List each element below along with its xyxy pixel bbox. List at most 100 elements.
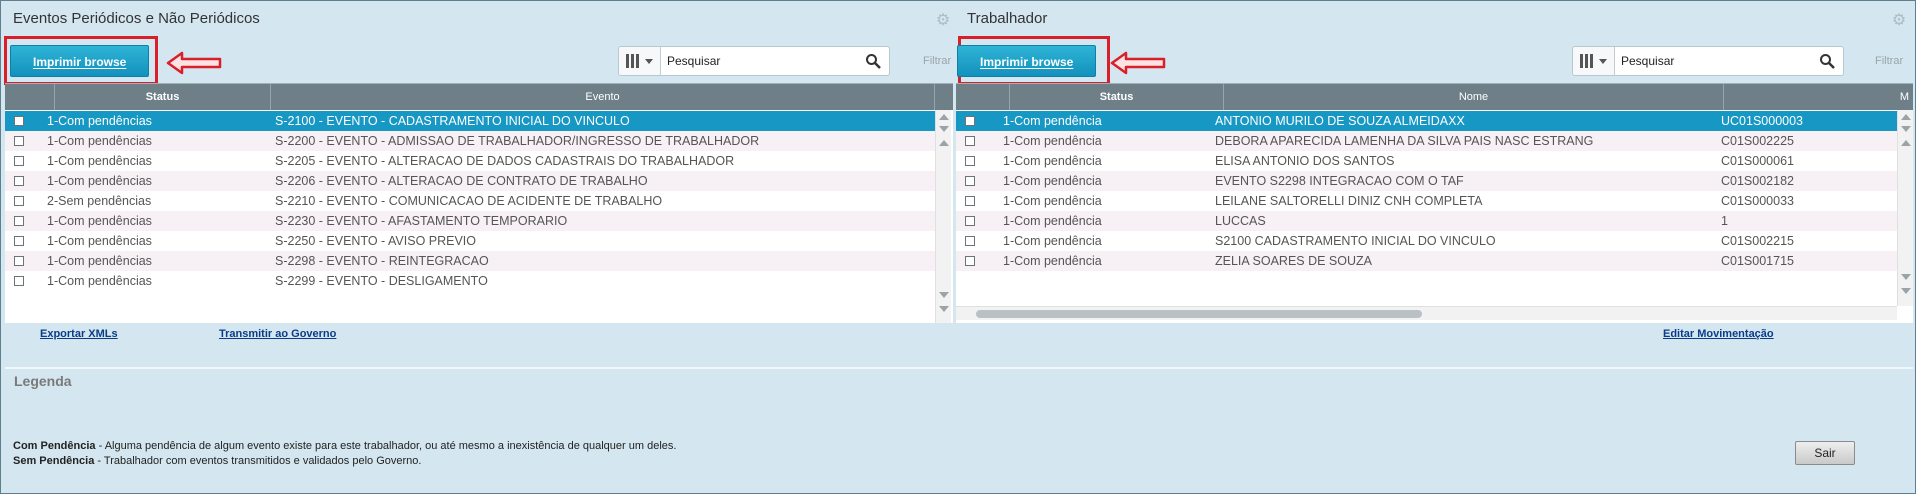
evento-cell: S-2206 - EVENTO - ALTERACAO DE CONTRATO … bbox=[275, 174, 648, 188]
search-icon[interactable] bbox=[865, 53, 881, 69]
print-browse-button[interactable]: Imprimir browse bbox=[957, 45, 1097, 77]
edit-movement-link[interactable]: Editar Movimentação bbox=[1663, 328, 1774, 340]
scroll-up-icon[interactable] bbox=[1901, 140, 1911, 146]
search-input[interactable] bbox=[1621, 47, 1811, 75]
gear-icon[interactable]: ⚙ bbox=[935, 13, 951, 29]
filter-label[interactable]: Filtrar bbox=[1875, 55, 1903, 67]
legend-title: Legenda bbox=[14, 373, 72, 389]
evento-cell: S-2100 - EVENTO - CADASTRAMENTO INICIAL … bbox=[275, 114, 630, 128]
table-row[interactable]: 1-Com pendência LEILANE SALTORELLI DINIZ … bbox=[956, 191, 1897, 211]
row-checkbox[interactable] bbox=[14, 256, 24, 266]
row-checkbox[interactable] bbox=[965, 136, 975, 146]
column-header-matricula[interactable]: M bbox=[1724, 84, 1913, 110]
row-checkbox[interactable] bbox=[14, 276, 24, 286]
matricula-cell: C01S001715 bbox=[1721, 254, 1794, 268]
row-checkbox[interactable] bbox=[14, 116, 24, 126]
evento-cell: S-2210 - EVENTO - COMUNICACAO DE ACIDENT… bbox=[275, 194, 663, 208]
status-cell: 1-Com pendência bbox=[1003, 254, 1102, 268]
status-cell: 1-Com pendências bbox=[47, 134, 152, 148]
column-selector[interactable] bbox=[1573, 47, 1615, 75]
evento-cell: S-2230 - EVENTO - AFASTAMENTO TEMPORARIO bbox=[275, 214, 568, 228]
row-checkbox[interactable] bbox=[14, 136, 24, 146]
vertical-scrollbar[interactable] bbox=[935, 110, 951, 323]
export-xmls-link[interactable]: Exportar XMLs bbox=[40, 328, 118, 340]
table-row[interactable]: 1-Com pendências S-2205 - EVENTO - ALTERA… bbox=[5, 151, 935, 171]
table-row[interactable]: 1-Com pendência EVENTO S2298 INTEGRACAO C… bbox=[956, 171, 1897, 191]
matricula-cell: C01S002215 bbox=[1721, 234, 1794, 248]
row-checkbox[interactable] bbox=[965, 116, 975, 126]
scroll-down-icon[interactable] bbox=[939, 126, 949, 132]
search-icon[interactable] bbox=[1819, 53, 1835, 69]
row-checkbox[interactable] bbox=[14, 236, 24, 246]
status-cell: 1-Com pendências bbox=[47, 214, 152, 228]
column-header-status[interactable]: Status bbox=[1010, 84, 1224, 110]
table-row[interactable]: 1-Com pendências S-2299 - EVENTO - DESLIG… bbox=[5, 271, 935, 291]
row-checkbox[interactable] bbox=[14, 196, 24, 206]
nome-cell: LEILANE SALTORELLI DINIZ CNH COMPLETA bbox=[1215, 194, 1483, 208]
scroll-down-icon[interactable] bbox=[939, 292, 949, 298]
table-row[interactable]: 1-Com pendências S-2298 - EVENTO - REINTE… bbox=[5, 251, 935, 271]
column-selector[interactable] bbox=[619, 47, 661, 75]
search-input[interactable] bbox=[667, 47, 857, 75]
matricula-cell: C01S000061 bbox=[1721, 154, 1794, 168]
row-checkbox[interactable] bbox=[965, 216, 975, 226]
nome-cell: LUCCAS bbox=[1215, 214, 1266, 228]
table-row[interactable]: 1-Com pendência DEBORA APARECIDA LAMENHA … bbox=[956, 131, 1897, 151]
scroll-up-icon[interactable] bbox=[1901, 114, 1911, 120]
scroll-down-icon[interactable] bbox=[1901, 274, 1911, 280]
table-row[interactable]: 1-Com pendências S-2206 - EVENTO - ALTERA… bbox=[5, 171, 935, 191]
column-header-evento[interactable]: Evento bbox=[271, 84, 935, 110]
status-cell: 1-Com pendências bbox=[47, 274, 152, 288]
status-cell: 1-Com pendência bbox=[1003, 214, 1102, 228]
table-row[interactable]: 1-Com pendência ANTONIO MURILO DE SOUZA A… bbox=[956, 111, 1897, 131]
panel-title: Trabalhador bbox=[967, 10, 1048, 27]
gear-icon[interactable]: ⚙ bbox=[1891, 13, 1907, 29]
scroll-up-icon[interactable] bbox=[939, 140, 949, 146]
row-checkbox[interactable] bbox=[14, 176, 24, 186]
exit-button[interactable]: Sair bbox=[1795, 441, 1855, 465]
table-header: Status Nome M bbox=[956, 84, 1913, 110]
chevron-down-icon bbox=[645, 58, 653, 64]
horizontal-scrollbar[interactable] bbox=[956, 306, 1897, 320]
matricula-cell: C01S002225 bbox=[1721, 134, 1794, 148]
evento-cell: S-2298 - EVENTO - REINTEGRACAO bbox=[275, 254, 489, 268]
search-bar bbox=[1572, 46, 1844, 76]
print-browse-button[interactable]: Imprimir browse bbox=[10, 45, 150, 77]
scroll-up-icon[interactable] bbox=[939, 114, 949, 120]
scroll-down-icon[interactable] bbox=[1901, 126, 1911, 132]
row-checkbox[interactable] bbox=[965, 176, 975, 186]
row-checkbox[interactable] bbox=[14, 156, 24, 166]
evento-cell: S-2205 - EVENTO - ALTERACAO DE DADOS CAD… bbox=[275, 154, 735, 168]
scroll-down-icon[interactable] bbox=[939, 306, 949, 312]
table-row[interactable]: 1-Com pendências S-2100 - EVENTO - CADAST… bbox=[5, 111, 935, 131]
row-checkbox[interactable] bbox=[965, 236, 975, 246]
table-row[interactable]: 1-Com pendências S-2250 - EVENTO - AVISO … bbox=[5, 231, 935, 251]
table-row[interactable]: 1-Com pendências S-2200 - EVENTO - ADMISS… bbox=[5, 131, 935, 151]
row-checkbox[interactable] bbox=[965, 196, 975, 206]
chevron-down-icon bbox=[1599, 58, 1607, 64]
row-checkbox[interactable] bbox=[965, 156, 975, 166]
scroll-thumb[interactable] bbox=[976, 310, 1422, 318]
scroll-down-icon[interactable] bbox=[1901, 288, 1911, 294]
table-row[interactable]: 1-Com pendência S2100 CADASTRAMENTO INICI… bbox=[956, 231, 1897, 251]
checkbox-column-header bbox=[5, 84, 55, 110]
filter-label[interactable]: Filtrar bbox=[923, 55, 951, 67]
vertical-scrollbar[interactable] bbox=[1897, 110, 1913, 306]
table-row[interactable]: 2-Sem pendências S-2210 - EVENTO - COMUNI… bbox=[5, 191, 935, 211]
trabalhador-panel: Trabalhador ⚙ Imprimir browse Filtrar St… bbox=[953, 1, 1916, 340]
red-arrow-icon bbox=[166, 51, 222, 75]
table-row[interactable]: 1-Com pendências S-2230 - EVENTO - AFASTA… bbox=[5, 211, 935, 231]
row-checkbox[interactable] bbox=[14, 216, 24, 226]
transmit-government-link[interactable]: Transmitir ao Governo bbox=[219, 328, 336, 340]
table-row[interactable]: 1-Com pendência ZELIA SOARES DE SOUZA C01S… bbox=[956, 251, 1897, 271]
table-row[interactable]: 1-Com pendência ELISA ANTONIO DOS SANTOS C… bbox=[956, 151, 1897, 171]
app-window: Eventos Periódicos e Não Periódicos ⚙ Im… bbox=[0, 0, 1916, 494]
status-cell: 1-Com pendências bbox=[47, 114, 152, 128]
column-header-nome[interactable]: Nome bbox=[1224, 84, 1724, 110]
nome-cell: ZELIA SOARES DE SOUZA bbox=[1215, 254, 1372, 268]
legend-text: - Trabalhador com eventos transmitidos e… bbox=[94, 455, 422, 467]
eventos-panel: Eventos Periódicos e Não Periódicos ⚙ Im… bbox=[1, 1, 953, 340]
row-checkbox[interactable] bbox=[965, 256, 975, 266]
table-row[interactable]: 1-Com pendência LUCCAS 1 bbox=[956, 211, 1897, 231]
column-header-status[interactable]: Status bbox=[55, 84, 271, 110]
